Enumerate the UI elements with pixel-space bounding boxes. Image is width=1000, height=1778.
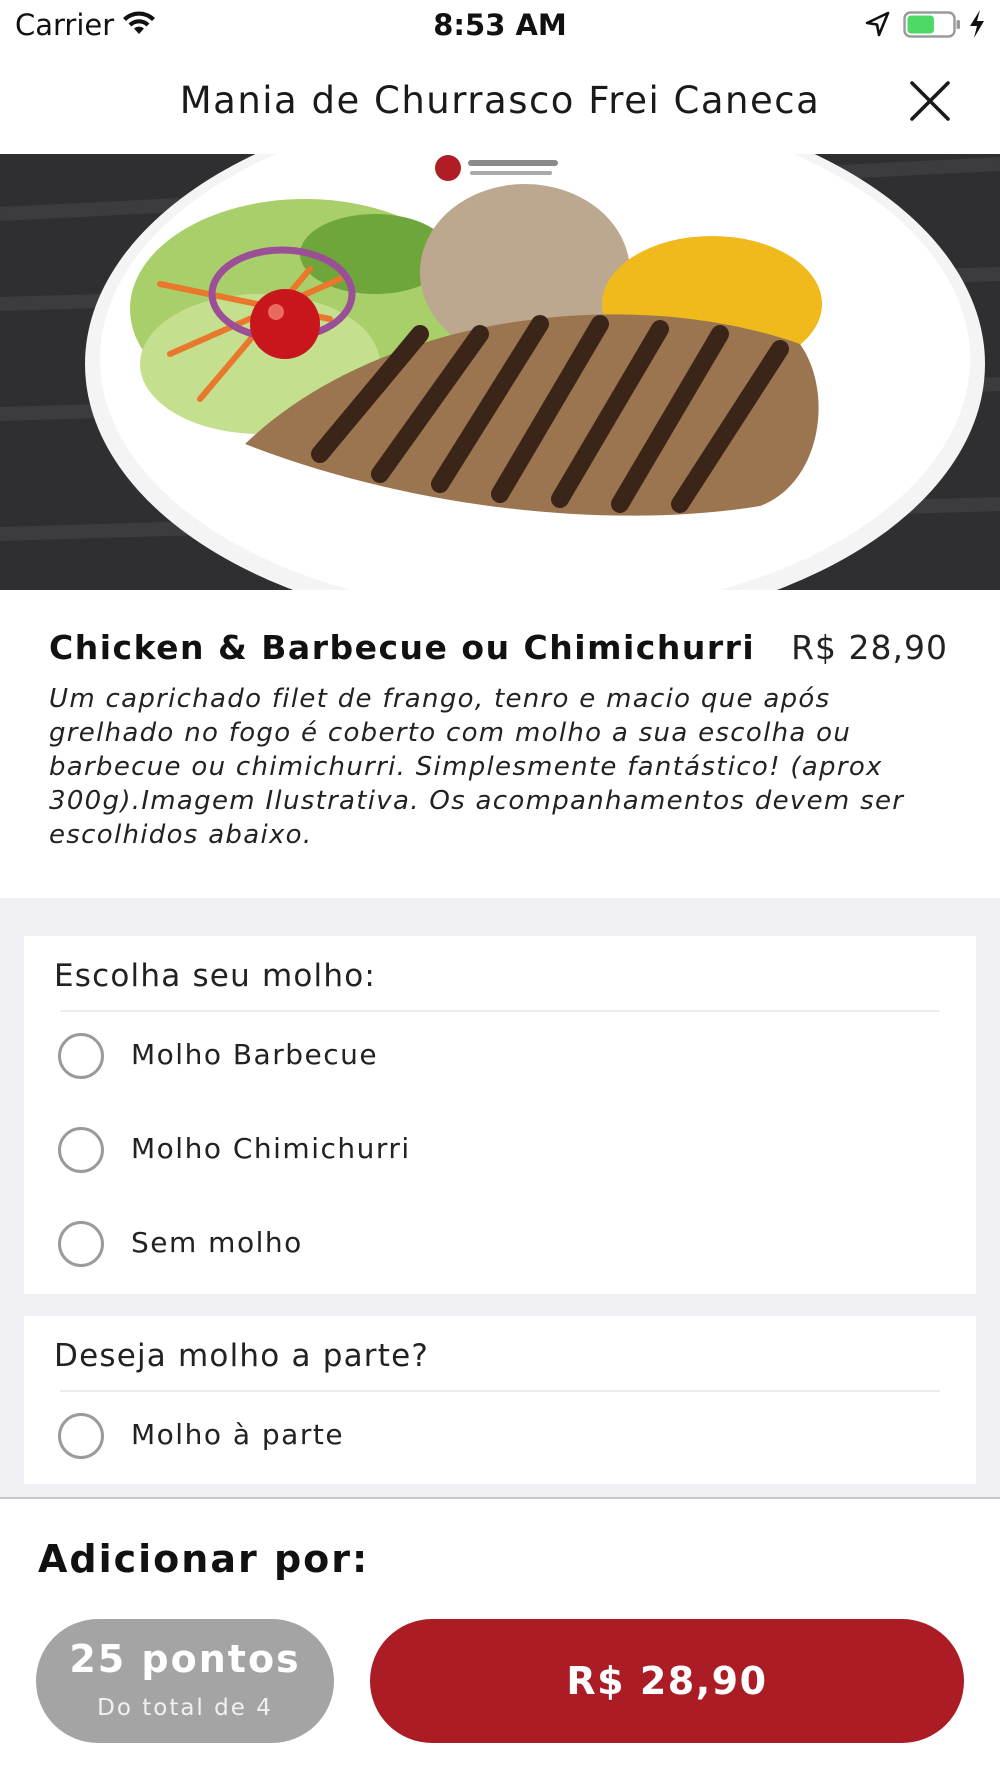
status-bar: Carrier 8:53 AM [0, 0, 1000, 52]
option-group-title: Deseja molho a parte? [54, 1338, 430, 1374]
restaurant-title: Mania de Churrasco Frei Caneca [179, 79, 821, 122]
add-with-price-button[interactable]: R$ 28,90 [370, 1619, 964, 1743]
divider [60, 1390, 940, 1392]
product-name: Chicken & Barbecue ou Chimichurri [49, 628, 756, 667]
product-description: Um caprichado filet de frango, tenro e m… [49, 684, 905, 850]
sauce-option-group: Escolha seu molho: Molho Barbecue Molho … [24, 936, 976, 1294]
radio-button[interactable] [58, 1127, 104, 1173]
add-with-points-button[interactable]: 25 pontos Do total de 4 [36, 1619, 334, 1743]
radio-button[interactable] [58, 1413, 104, 1459]
option-label: Molho Barbecue [131, 1038, 379, 1071]
options-area: Escolha seu molho: Molho Barbecue Molho … [0, 898, 1000, 1498]
option-sem-molho[interactable]: Sem molho [24, 1202, 976, 1282]
option-molho-barbecue[interactable]: Molho Barbecue [24, 1014, 976, 1094]
option-molho-chimichurri[interactable]: Molho Chimichurri [24, 1108, 976, 1188]
points-amount: 25 pontos [69, 1637, 301, 1681]
points-total: Do total de 4 [97, 1695, 273, 1721]
close-icon[interactable] [908, 79, 952, 123]
product-photo [0, 154, 1000, 590]
option-molho-a-parte[interactable]: Molho à parte [24, 1394, 976, 1474]
clock: 8:53 AM [433, 8, 567, 42]
option-label: Sem molho [131, 1226, 303, 1259]
radio-button[interactable] [58, 1221, 104, 1267]
option-group-title: Escolha seu molho: [54, 958, 377, 994]
battery-icon [903, 11, 960, 38]
side-sauce-option-group: Deseja molho a parte? Molho à parte [24, 1316, 976, 1484]
radio-button[interactable] [58, 1033, 104, 1079]
option-label: Molho à parte [131, 1418, 345, 1451]
charging-bolt-icon [970, 10, 984, 38]
add-for-label: Adicionar por: [38, 1537, 370, 1581]
battery-level-fill [907, 15, 934, 34]
product-info: Chicken & Barbecue ou Chimichurri R$ 28,… [0, 590, 1000, 898]
nav-bar: Mania de Churrasco Frei Caneca [0, 52, 1000, 154]
purchase-bar: Adicionar por: 25 pontos Do total de 4 R… [0, 1497, 1000, 1778]
price-button-label: R$ 28,90 [566, 1659, 768, 1703]
product-price: R$ 28,90 [791, 628, 948, 667]
location-arrow-icon [865, 11, 890, 37]
divider [60, 1010, 940, 1012]
option-label: Molho Chimichurri [131, 1132, 411, 1165]
